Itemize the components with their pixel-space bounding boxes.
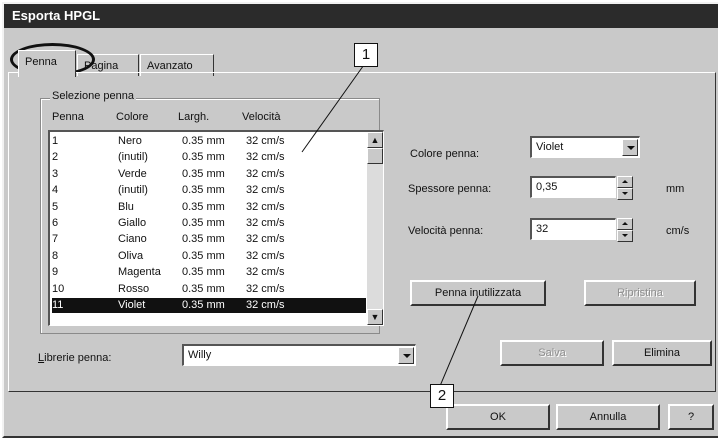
callout-line-2 — [439, 295, 479, 387]
callout-2: 2 — [430, 384, 454, 408]
callout-1: 1 — [354, 43, 378, 67]
callout-line-1 — [301, 61, 367, 153]
tab-penna[interactable]: Penna — [18, 50, 76, 77]
